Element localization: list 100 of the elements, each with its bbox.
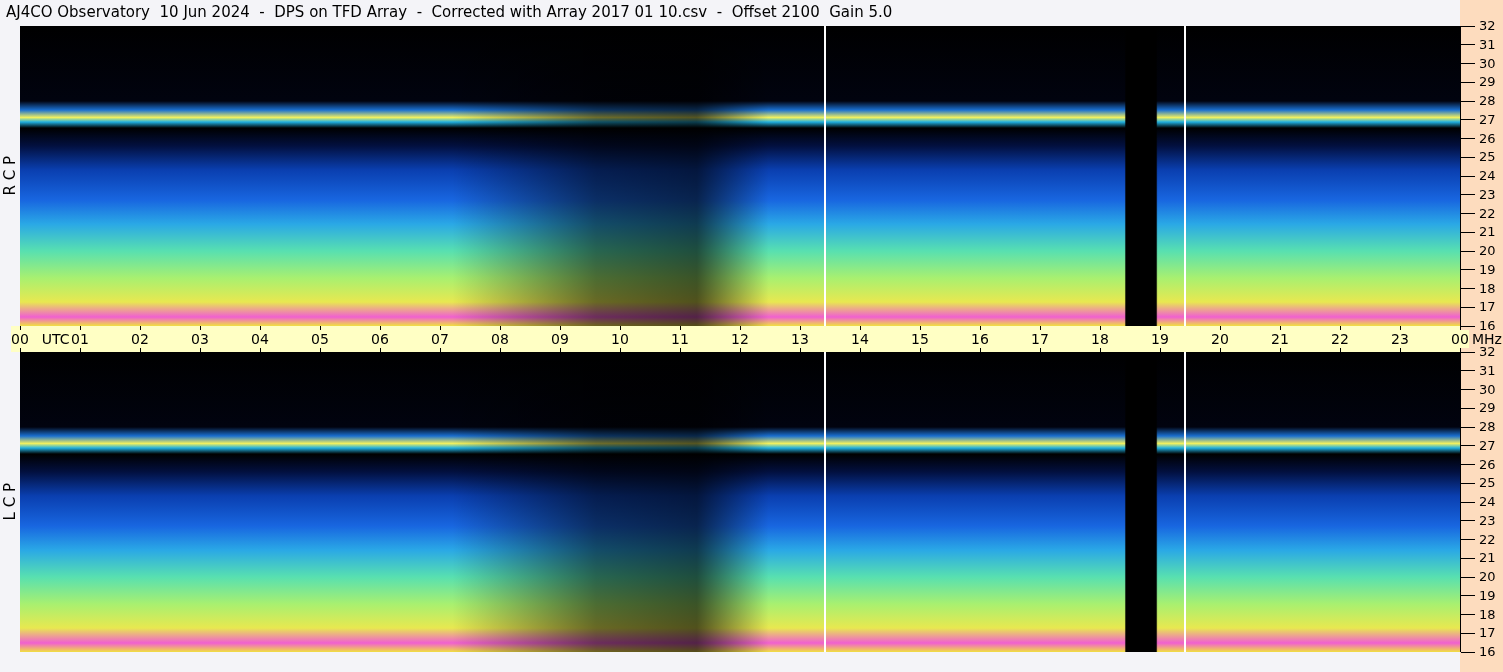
- time-label: 22: [1331, 330, 1349, 348]
- time-label: 07: [431, 330, 449, 348]
- tick-mark: [140, 347, 141, 352]
- tick-mark: [1160, 347, 1161, 352]
- time-label: 02: [131, 330, 149, 348]
- frequency-label: 19: [1478, 261, 1496, 278]
- tick-mark: [1040, 347, 1041, 352]
- tick-mark: [680, 347, 681, 352]
- tick-mark: [1461, 651, 1475, 653]
- time-label: 15: [911, 330, 929, 348]
- tick-mark: [620, 347, 621, 352]
- tick-mark: [260, 326, 261, 331]
- tick-mark: [620, 326, 621, 331]
- tick-mark: [1100, 326, 1101, 331]
- tick-mark: [1040, 326, 1041, 331]
- frequency-label: 16: [1478, 318, 1496, 334]
- tick-mark: [1280, 347, 1281, 352]
- time-label: 00: [1451, 330, 1469, 348]
- time-unit-label: UTC: [41, 330, 70, 348]
- time-label: 03: [191, 330, 209, 348]
- frequency-label: 26: [1478, 130, 1496, 147]
- polarization-label: R C P: [1, 156, 19, 196]
- tick-mark: [800, 326, 801, 331]
- time-label: 19: [1151, 330, 1169, 348]
- time-label: 01: [71, 330, 89, 348]
- frequency-label: 18: [1478, 606, 1496, 623]
- frequency-label: 24: [1478, 168, 1496, 184]
- frequency-label: 20: [1478, 569, 1496, 585]
- frequency-label: 26: [1478, 456, 1496, 473]
- frequency-label: 30: [1478, 381, 1496, 398]
- time-label: 11: [671, 330, 689, 348]
- tick-mark: [740, 347, 741, 352]
- tick-mark: [740, 326, 741, 331]
- time-label: 06: [371, 330, 389, 348]
- frequency-label: 19: [1478, 587, 1496, 604]
- tick-mark: [380, 347, 381, 352]
- time-label: 09: [551, 330, 569, 348]
- tick-mark: [440, 347, 441, 352]
- frequency-label: 23: [1478, 512, 1496, 529]
- frequency-label: 32: [1478, 344, 1496, 360]
- frequency-label: 21: [1478, 224, 1496, 241]
- time-label: 13: [791, 330, 809, 348]
- frequency-unit-label: MHz: [1472, 331, 1502, 347]
- frequency-label: 27: [1478, 111, 1496, 128]
- frequency-label: 17: [1478, 625, 1496, 642]
- frequency-label: 29: [1478, 400, 1496, 417]
- time-label: 08: [491, 330, 509, 348]
- tick-mark: [860, 347, 861, 352]
- tick-mark: [560, 326, 561, 331]
- tick-mark: [440, 326, 441, 331]
- frequency-label: 22: [1478, 205, 1496, 222]
- frequency-label: 31: [1478, 362, 1496, 379]
- frequency-label: 28: [1478, 419, 1496, 435]
- time-label: 20: [1211, 330, 1229, 348]
- frequency-label: 30: [1478, 55, 1496, 72]
- tick-mark: [320, 326, 321, 331]
- tick-mark: [1220, 347, 1221, 352]
- tick-mark: [200, 347, 201, 352]
- frequency-label: 24: [1478, 494, 1496, 510]
- frequency-label: 32: [1478, 18, 1496, 34]
- frequency-label: 27: [1478, 437, 1496, 454]
- tick-mark: [680, 326, 681, 331]
- time-label: 04: [251, 330, 269, 348]
- tick-mark: [980, 347, 981, 352]
- tick-mark: [560, 347, 561, 352]
- tick-mark: [380, 326, 381, 331]
- time-label: 18: [1091, 330, 1109, 348]
- time-label: 10: [611, 330, 629, 348]
- tick-mark: [800, 347, 801, 352]
- frequency-label: 21: [1478, 550, 1496, 567]
- time-label: 05: [311, 330, 329, 348]
- tick-mark: [500, 326, 501, 331]
- time-label: 17: [1031, 330, 1049, 348]
- tick-mark: [1340, 326, 1341, 331]
- time-label: 12: [731, 330, 749, 348]
- polarization-label: L C P: [1, 483, 19, 521]
- frequency-label: 31: [1478, 36, 1496, 53]
- frequency-label: 29: [1478, 74, 1496, 91]
- tick-mark: [80, 347, 81, 352]
- frequency-label: 25: [1478, 149, 1496, 166]
- tick-mark: [1160, 326, 1161, 331]
- tick-mark: [1340, 347, 1341, 352]
- time-label: 14: [851, 330, 869, 348]
- frequency-label: 25: [1478, 475, 1496, 492]
- tick-mark: [1100, 347, 1101, 352]
- time-label: 16: [971, 330, 989, 348]
- tick-mark: [80, 326, 81, 331]
- tick-mark: [140, 326, 141, 331]
- tick-mark: [20, 326, 21, 331]
- tick-mark: [1220, 326, 1221, 331]
- tick-mark: [200, 326, 201, 331]
- tick-mark: [920, 326, 921, 331]
- tick-mark: [1400, 347, 1401, 352]
- frequency-label: 28: [1478, 93, 1496, 109]
- tick-mark: [1400, 326, 1401, 331]
- time-label: 21: [1271, 330, 1289, 348]
- frequency-label: 18: [1478, 280, 1496, 297]
- tick-mark: [320, 347, 321, 352]
- tick-mark: [260, 347, 261, 352]
- tick-mark: [860, 326, 861, 331]
